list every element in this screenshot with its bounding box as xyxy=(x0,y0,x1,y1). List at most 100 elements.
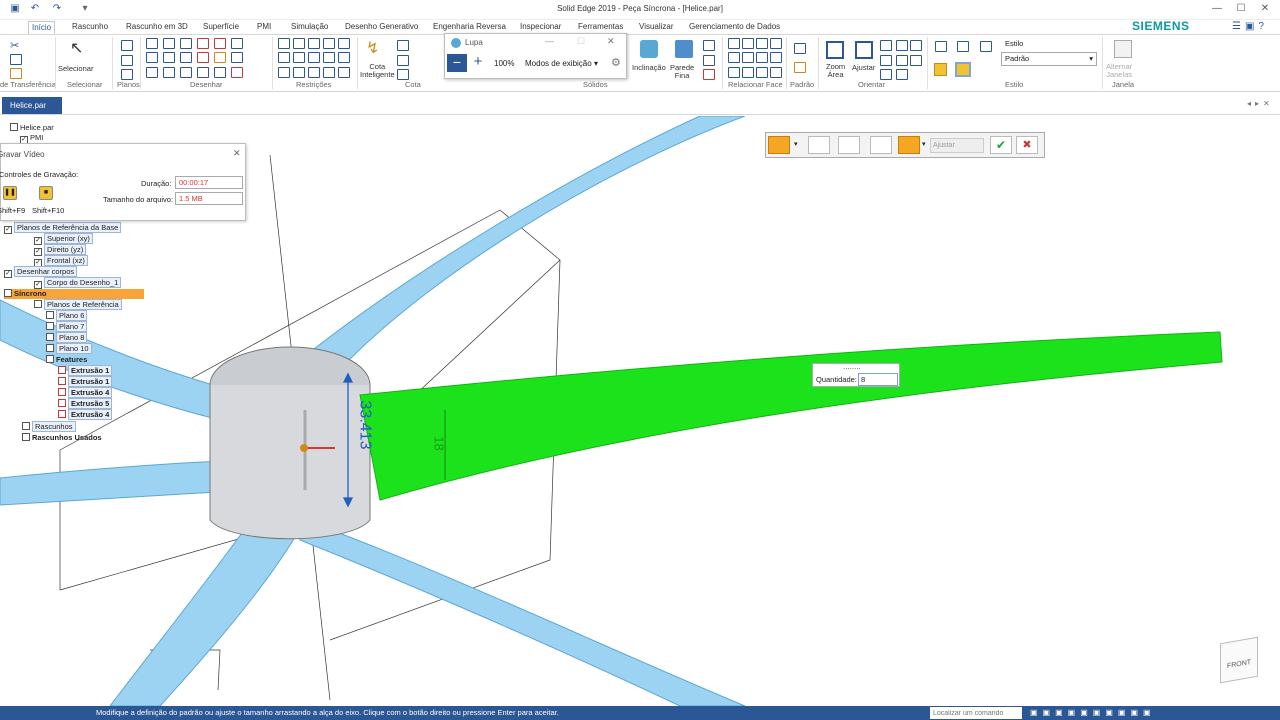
delete-faces-icon[interactable] xyxy=(703,69,715,80)
views-icon[interactable] xyxy=(910,40,922,51)
tab-visualizar[interactable]: Visualizar xyxy=(636,21,677,34)
curve-icon[interactable] xyxy=(180,38,192,49)
tree-planos-ref[interactable]: Planos de Referência xyxy=(34,299,122,310)
pattern-options-button[interactable] xyxy=(768,136,790,154)
trim-icon[interactable] xyxy=(197,38,209,49)
shaded-edges-icon[interactable] xyxy=(957,41,969,52)
tree-feature-item[interactable]: Extrusão 1 xyxy=(58,376,113,387)
switch-windows-button[interactable]: Alternar Janelas xyxy=(1106,63,1132,79)
curve-pattern-button[interactable] xyxy=(870,136,892,154)
chevron-down-icon[interactable]: ▾ xyxy=(794,140,798,148)
horizontal-icon[interactable] xyxy=(293,38,305,49)
equal-radius-icon[interactable] xyxy=(756,52,768,64)
checkbox[interactable] xyxy=(46,344,54,352)
tree-plano-8[interactable]: Plano 8 xyxy=(46,332,88,343)
thin-wall-icon[interactable] xyxy=(675,40,693,58)
face-recall-icon[interactable] xyxy=(770,66,782,78)
accept-button[interactable]: ✔ xyxy=(990,136,1012,154)
offset-icon[interactable] xyxy=(231,38,243,49)
pan-icon[interactable] xyxy=(880,55,892,66)
quantity-input[interactable]: 8 xyxy=(858,373,898,386)
tree-sincrono[interactable]: Síncrono xyxy=(4,289,144,299)
cube-selected-icon[interactable] xyxy=(955,62,971,77)
zoom-area-icon[interactable] xyxy=(826,41,844,59)
tree-plano-7[interactable]: Plano 7 xyxy=(46,321,88,332)
close-icon[interactable]: ✕ xyxy=(607,36,615,47)
pattern-icon[interactable] xyxy=(794,43,806,54)
tab-superficie[interactable]: Superfície xyxy=(200,21,242,34)
coaxial-icon[interactable] xyxy=(742,38,754,49)
maximize-button[interactable]: ☐ xyxy=(1232,2,1250,16)
parallel-face-icon[interactable] xyxy=(756,38,768,49)
tree-planos-base[interactable]: ✓ Planos de Referência da Base xyxy=(4,222,122,234)
arc-icon[interactable] xyxy=(163,38,175,49)
style-select[interactable]: Padrão ▾ xyxy=(1001,52,1097,66)
coplanar-icon[interactable] xyxy=(728,38,740,49)
tab-gerenciamento-dados[interactable]: Gerenciamento de Dados xyxy=(686,21,783,34)
tree-rascunhos-usados[interactable]: Rascunhos Usados xyxy=(22,433,102,443)
rotate-icon[interactable] xyxy=(231,52,243,64)
select-button[interactable]: Selecionar xyxy=(58,65,93,73)
checkbox[interactable]: ✓ xyxy=(34,237,42,245)
tree-features[interactable]: Features xyxy=(46,355,87,365)
stop-button[interactable]: ■ xyxy=(39,186,53,200)
midpoint-icon[interactable] xyxy=(308,66,320,78)
rectangle-icon[interactable] xyxy=(146,52,158,64)
checkbox[interactable] xyxy=(22,422,30,430)
tree-pmi[interactable]: ✓ PMI xyxy=(20,133,43,144)
close-icon[interactable]: ✕ xyxy=(233,148,241,159)
rotate-view-icon[interactable] xyxy=(880,69,892,80)
tree-feature-item[interactable]: Extrusão 5 xyxy=(58,398,113,409)
shaded-icon[interactable] xyxy=(935,41,947,52)
help-icons[interactable]: ☰▣? xyxy=(1232,21,1268,32)
gear-icon[interactable]: ⚙ xyxy=(611,56,621,69)
view-sketch-icon[interactable] xyxy=(896,40,908,51)
symmetric-icon[interactable] xyxy=(338,52,350,64)
blade-top-right[interactable] xyxy=(299,116,746,381)
tree-rascunhos[interactable]: Rascunhos xyxy=(22,421,76,432)
cancel-button[interactable]: ✖ xyxy=(1016,136,1038,154)
perpendicular-icon[interactable] xyxy=(308,52,320,64)
equal-icon[interactable] xyxy=(293,52,305,64)
spin-icon[interactable] xyxy=(896,69,908,80)
drag-handle[interactable]: ........ xyxy=(843,362,861,371)
select-arrow-icon[interactable]: ↖ xyxy=(70,38,83,58)
copy-icon[interactable] xyxy=(10,54,22,65)
draft-icon[interactable] xyxy=(640,40,658,58)
tab-simulacao[interactable]: Simulação xyxy=(288,21,331,34)
point-icon[interactable] xyxy=(197,66,209,78)
zoom-icon[interactable] xyxy=(880,40,892,51)
perpendicular-face-icon[interactable] xyxy=(770,38,782,49)
extend-icon[interactable] xyxy=(214,38,226,49)
close-window-button[interactable]: ✕ xyxy=(1256,2,1274,16)
zoom-area-button[interactable]: Zoom Área xyxy=(826,63,845,79)
tangent-icon[interactable] xyxy=(308,38,320,49)
tree-root[interactable]: Helice.par xyxy=(10,123,54,133)
hole-icon[interactable] xyxy=(703,40,715,51)
fit-option-button[interactable] xyxy=(898,136,920,154)
circle-icon[interactable] xyxy=(146,66,158,78)
coordinate-dimension-icon[interactable] xyxy=(397,69,409,80)
align-icon[interactable] xyxy=(323,66,335,78)
smart-dimension-button[interactable]: Cota Inteligente xyxy=(360,63,395,79)
minimize-button[interactable]: — xyxy=(1208,2,1226,16)
checkbox[interactable] xyxy=(46,322,54,330)
tree-plano-6[interactable]: Plano 6 xyxy=(46,310,88,321)
parede-fina-button[interactable]: Parede Fina xyxy=(670,64,694,80)
tree-desenhar-corpos[interactable]: ✓ Desenhar corpos xyxy=(4,266,78,278)
view-cube[interactable]: FRONT xyxy=(1220,636,1258,684)
concentric-icon[interactable] xyxy=(323,38,335,49)
rectangular-pattern-button[interactable] xyxy=(808,136,830,154)
checkbox[interactable] xyxy=(46,333,54,341)
plane-offset-icon[interactable] xyxy=(121,55,133,66)
minimize-icon[interactable]: — xyxy=(545,36,554,46)
polygon-icon[interactable] xyxy=(163,52,175,64)
circular-pattern-button[interactable] xyxy=(838,136,860,154)
tree-corpo[interactable]: ✓ Corpo do Desenho_1 xyxy=(34,277,122,289)
pause-button[interactable]: ❚❚ xyxy=(3,186,17,200)
command-search-input[interactable] xyxy=(930,707,1022,719)
lock-icon[interactable] xyxy=(323,52,335,64)
parallel-icon[interactable] xyxy=(278,52,290,64)
project-icon[interactable] xyxy=(231,66,243,78)
tree-superior[interactable]: ✓ Superior (xy) xyxy=(34,233,93,245)
